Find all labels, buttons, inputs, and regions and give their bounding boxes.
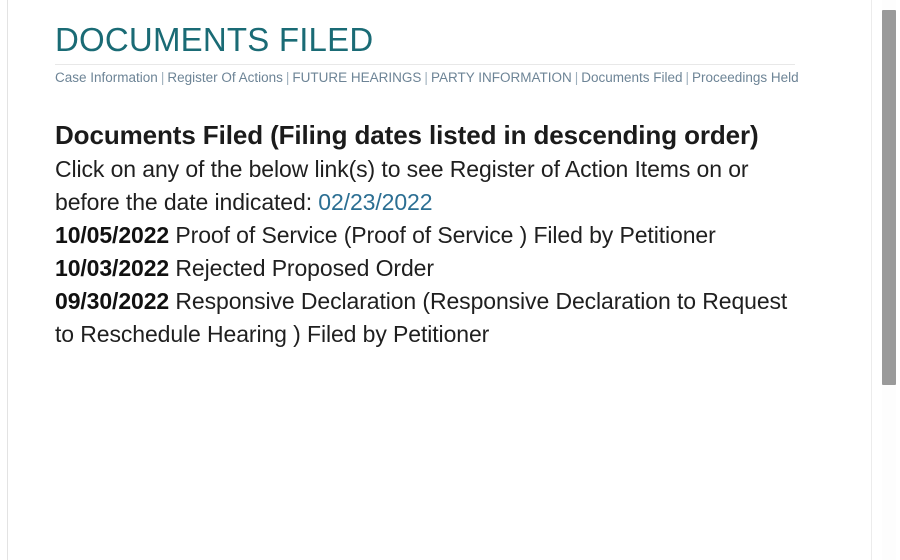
document-entry-description: Rejected Proposed Order (175, 254, 434, 281)
scrollbar-thumb[interactable] (882, 10, 896, 385)
document-entry-description: Proof of Service (Proof of Service ) Fil… (175, 221, 716, 248)
document-entry[interactable]: 10/05/2022 Proof of Service (Proof of Se… (55, 219, 800, 252)
page-root: DOCUMENTS FILED Case Information | Registe… (0, 0, 900, 560)
nav-link-proceedings-held[interactable]: Proceedings Held (692, 70, 799, 85)
document-entry[interactable]: 10/03/2022 Rejected Proposed Order (55, 252, 800, 285)
vertical-scrollbar[interactable] (878, 0, 900, 560)
nav-separator: | (685, 69, 690, 85)
document-entry[interactable]: 09/30/2022 Responsive Declaration (Respo… (55, 285, 800, 351)
instructions-paragraph: Click on any of the below link(s) to see… (55, 153, 800, 219)
document-entry-date: 10/05/2022 (55, 221, 170, 248)
register-of-actions-date-link[interactable]: 02/23/2022 (318, 189, 432, 215)
nav-separator: | (574, 69, 579, 85)
page-content: DOCUMENTS FILED Case Information | Registe… (55, 0, 845, 351)
nav-link-future-hearings[interactable]: FUTURE HEARINGS (292, 70, 421, 85)
nav-link-party-information[interactable]: PARTY INFORMATION (431, 70, 572, 85)
documents-section: Documents Filed (Filing dates listed in … (55, 119, 800, 351)
nav-link-documents-filed[interactable]: Documents Filed (581, 70, 682, 85)
document-entry-date: 09/30/2022 (55, 288, 170, 315)
section-heading: Documents Filed (Filing dates listed in … (55, 119, 759, 150)
nav-separator: | (160, 69, 165, 85)
page-left-border (7, 0, 8, 560)
nav-link-register-of-actions[interactable]: Register Of Actions (167, 70, 283, 85)
document-entry-date: 10/03/2022 (55, 254, 170, 281)
nav-separator: | (285, 69, 290, 85)
breadcrumb-nav: Case Information | Register Of Actions | FUT… (55, 69, 845, 87)
nav-link-case-information[interactable]: Case Information (55, 70, 158, 85)
page-title: DOCUMENTS FILED (55, 21, 374, 58)
page-right-border (871, 0, 872, 560)
nav-separator: | (424, 69, 428, 85)
title-divider (55, 63, 795, 65)
